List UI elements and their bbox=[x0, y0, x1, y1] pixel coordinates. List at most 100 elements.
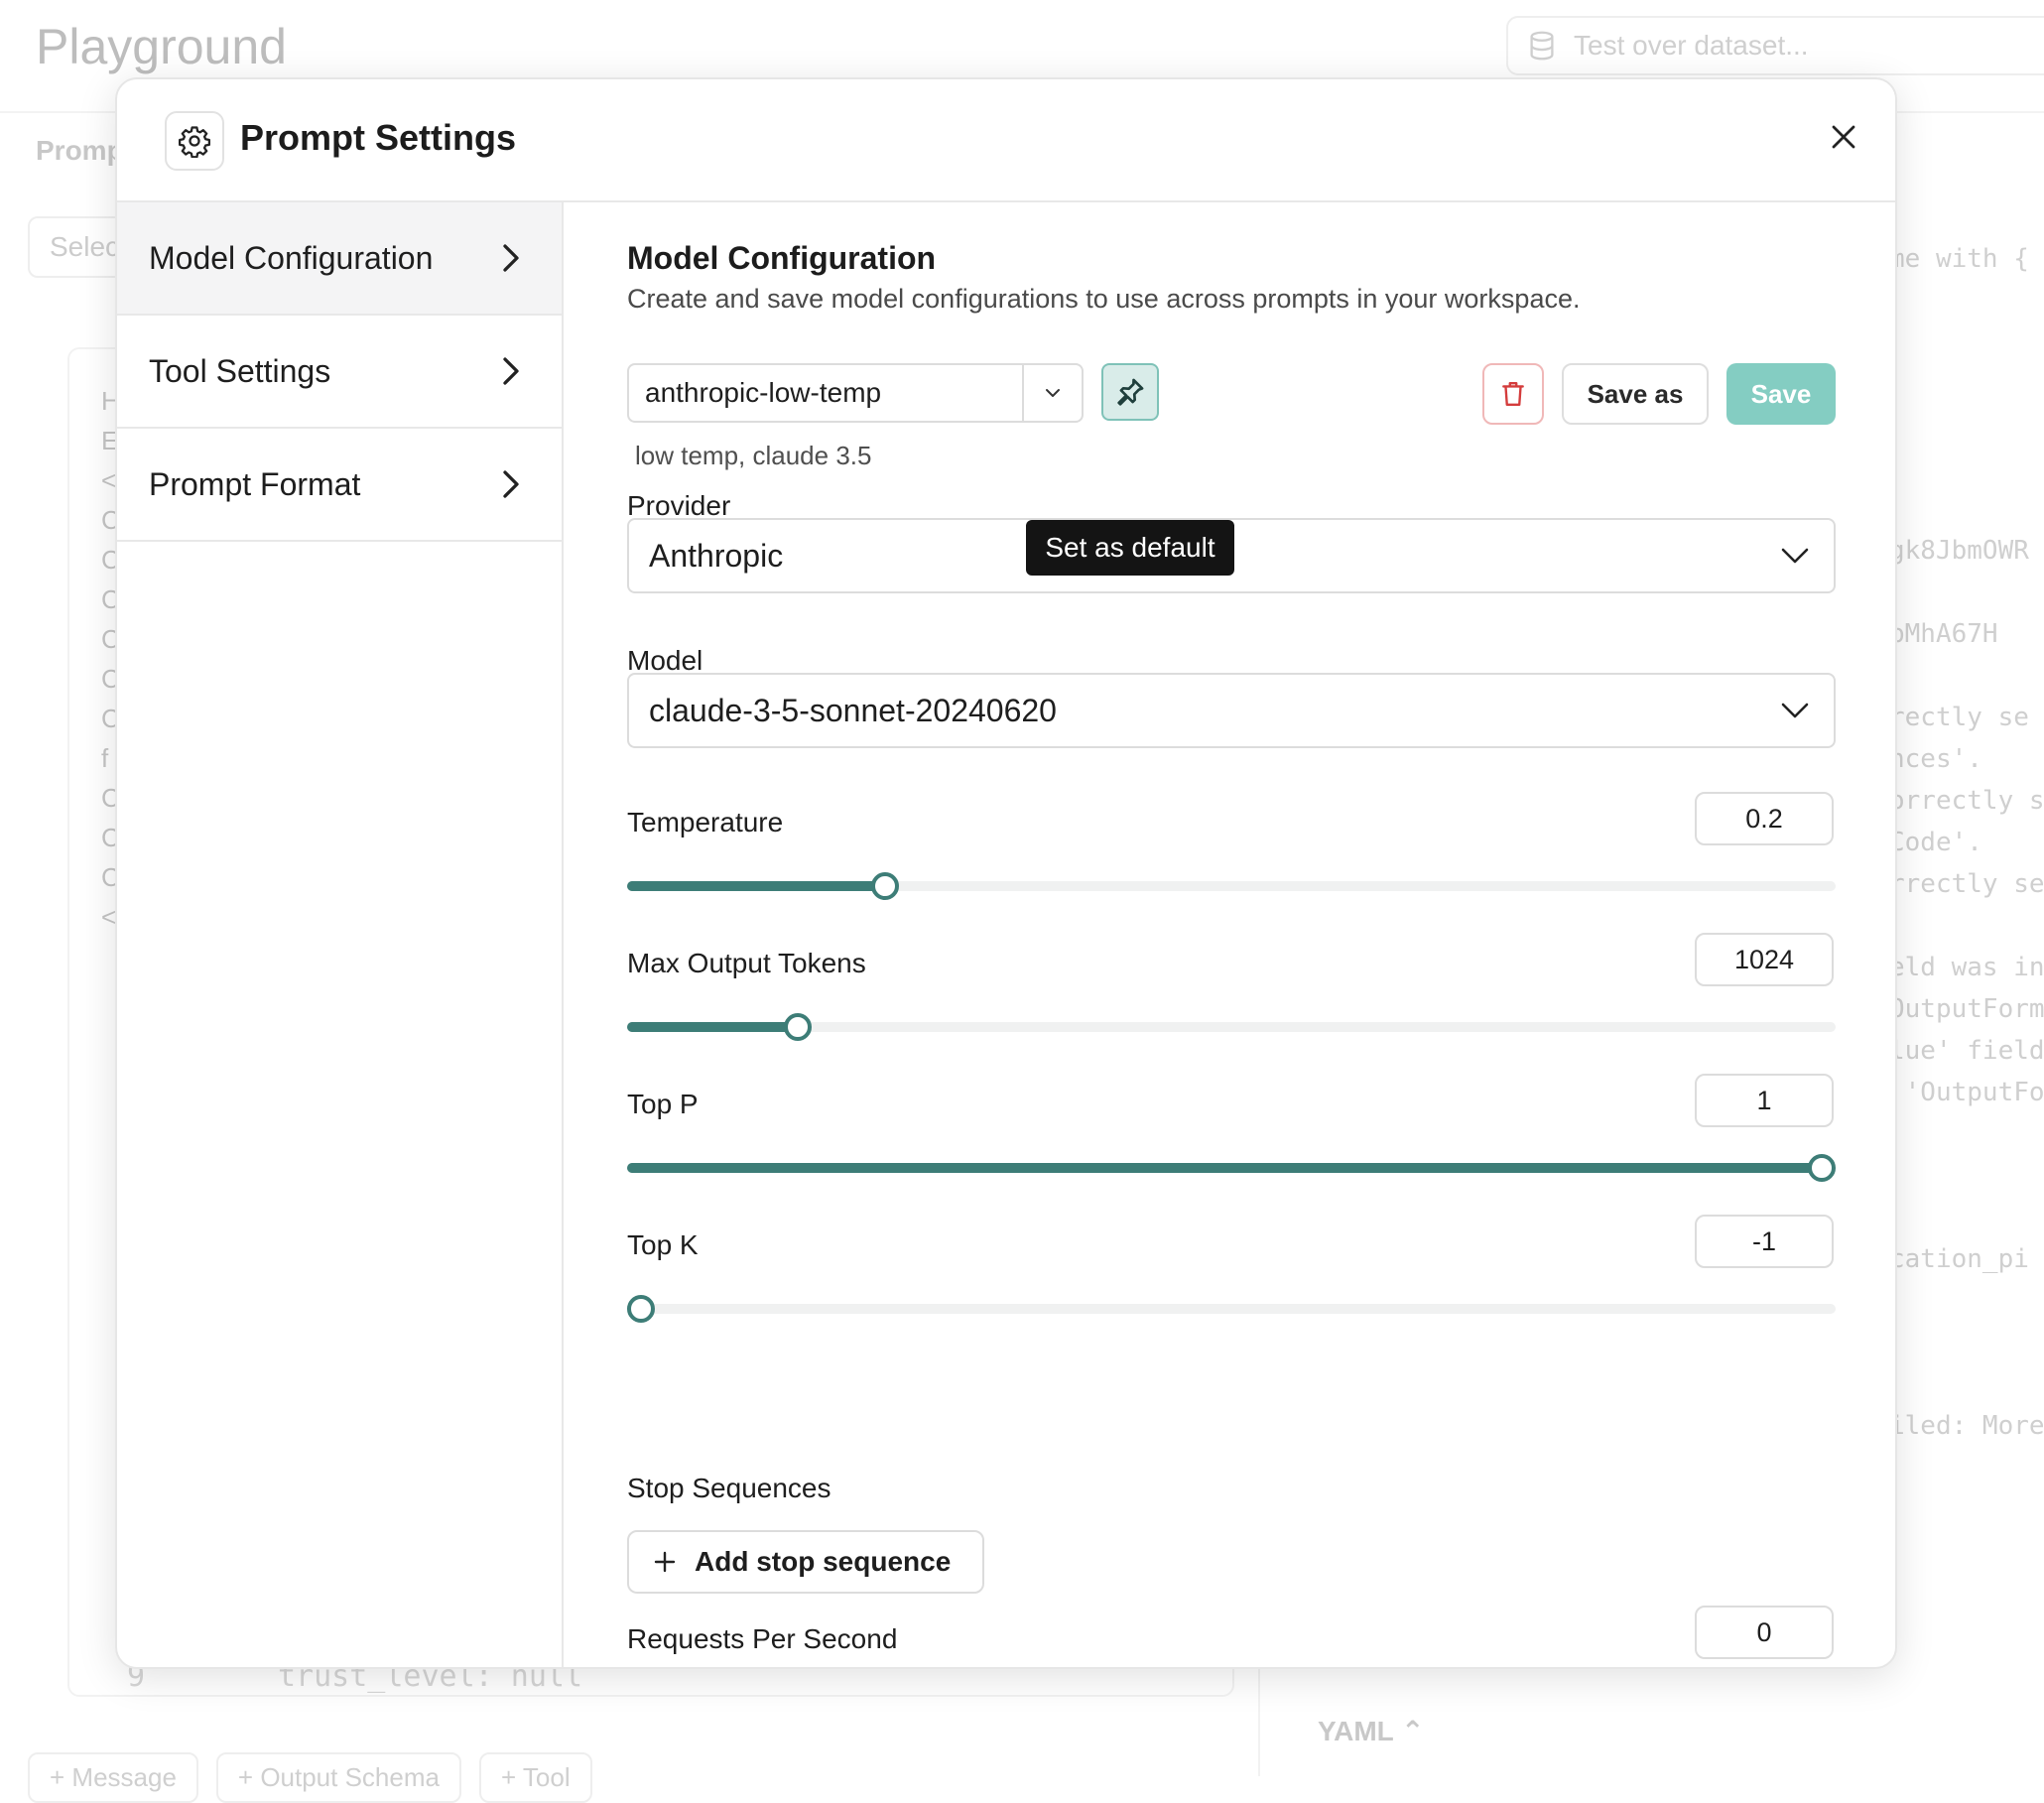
yaml-code: me with { ar gk8JbmOWR bMhA67H rectly se… bbox=[1889, 238, 2044, 1447]
slider-fill bbox=[627, 1022, 799, 1032]
chevron-right-icon bbox=[503, 244, 519, 272]
save-button[interactable]: Save bbox=[1726, 363, 1836, 425]
dataset-search-placeholder: Test over dataset... bbox=[1574, 30, 1809, 61]
plus-icon bbox=[654, 1551, 676, 1573]
database-icon bbox=[1530, 31, 1554, 61]
top-k-slider[interactable] bbox=[627, 1294, 1836, 1324]
pin-icon bbox=[1117, 378, 1144, 406]
add-message-button[interactable]: + Message bbox=[28, 1752, 198, 1803]
code-line: rrectly se bbox=[1889, 869, 2044, 899]
chevron-right-icon bbox=[503, 470, 519, 498]
save-as-button[interactable]: Save as bbox=[1562, 363, 1709, 425]
requests-per-second-label: Requests Per Second bbox=[627, 1623, 898, 1654]
set-default-button[interactable] bbox=[1101, 363, 1159, 421]
background-select-label: Selec bbox=[50, 231, 120, 262]
add-output-schema-button[interactable]: + Output Schema bbox=[215, 1752, 461, 1803]
settings-sidebar: Model Configuration Tool Settings Prompt… bbox=[117, 202, 564, 1667]
slider-thumb[interactable] bbox=[627, 1295, 655, 1323]
chevron-right-icon bbox=[503, 357, 519, 385]
add-stop-sequence-button[interactable]: Add stop sequence bbox=[627, 1530, 984, 1594]
slider-fill bbox=[627, 881, 886, 891]
config-description: low temp, claude 3.5 bbox=[635, 441, 872, 470]
temperature-input[interactable]: 0.2 bbox=[1695, 792, 1834, 845]
top-p-input[interactable]: 1 bbox=[1695, 1074, 1834, 1127]
add-tool-button[interactable]: + Tool bbox=[478, 1752, 592, 1803]
section-title: Model Configuration bbox=[627, 240, 937, 276]
trash-icon bbox=[1502, 382, 1524, 406]
top-p-slider[interactable] bbox=[627, 1153, 1836, 1183]
prompt-settings-dialog: Prompt Settings Model Configuration Tool… bbox=[115, 77, 1897, 1669]
model-value: claude-3-5-sonnet-20240620 bbox=[649, 692, 1057, 728]
prompt-tab[interactable]: Promp bbox=[36, 135, 124, 167]
dataset-search[interactable]: Test over dataset... bbox=[1506, 16, 2044, 75]
stop-sequences-label: Stop Sequences bbox=[627, 1473, 831, 1503]
sidebar-item-label: Prompt Format bbox=[149, 465, 361, 502]
code-line: OutputForm bbox=[1889, 994, 2044, 1024]
delete-config-button[interactable] bbox=[1482, 363, 1544, 425]
requests-per-second-input[interactable]: 0 bbox=[1695, 1606, 1834, 1659]
code-line: me with { ar bbox=[1889, 244, 2029, 274]
code-line: gk8JbmOWR bbox=[1889, 536, 2029, 566]
dialog-header: Prompt Settings bbox=[117, 79, 1895, 202]
code-line: 'OutputFo bbox=[1889, 1078, 2044, 1107]
slider-thumb[interactable] bbox=[1808, 1154, 1836, 1182]
sidebar-item-tool-settings[interactable]: Tool Settings bbox=[117, 316, 562, 429]
max-output-tokens-slider[interactable] bbox=[627, 1012, 1836, 1042]
section-description: Create and save model configurations to … bbox=[627, 284, 1581, 314]
code-line: iled: More bbox=[1889, 1411, 2044, 1441]
dialog-title: Prompt Settings bbox=[240, 117, 517, 158]
config-select[interactable]: anthropic-low-temp bbox=[627, 363, 1084, 423]
chevron-down-icon bbox=[1046, 389, 1060, 397]
code-line: lue' field bbox=[1889, 1036, 2044, 1066]
code-line: eld was in bbox=[1889, 953, 2044, 982]
sidebar-item-label: Model Configuration bbox=[149, 239, 434, 276]
sidebar-item-label: Tool Settings bbox=[149, 352, 331, 389]
close-button[interactable] bbox=[1820, 113, 1867, 161]
max-output-tokens-input[interactable]: 1024 bbox=[1695, 933, 1834, 986]
add-stop-sequence-label: Add stop sequence bbox=[695, 1546, 952, 1577]
top-k-input[interactable]: -1 bbox=[1695, 1215, 1834, 1268]
chevron-down-icon bbox=[1781, 548, 1809, 564]
slider-thumb[interactable] bbox=[871, 872, 900, 900]
max-output-tokens-label: Max Output Tokens bbox=[627, 948, 866, 978]
code-line: cation_pi bbox=[1889, 1244, 2029, 1274]
temperature-slider[interactable] bbox=[627, 871, 1836, 901]
close-icon bbox=[1832, 125, 1855, 149]
code-line: rectly se bbox=[1889, 703, 2029, 732]
slider-track bbox=[627, 1304, 1836, 1314]
bottom-tabs: + Message + Output Schema + Tool bbox=[28, 1752, 592, 1803]
code-line: nces'. bbox=[1889, 744, 1982, 774]
sidebar-item-model-configuration[interactable]: Model Configuration bbox=[117, 202, 562, 316]
code-line: bMhA67H bbox=[1889, 619, 1998, 649]
top-k-label: Top K bbox=[627, 1229, 699, 1260]
top-p-label: Top P bbox=[627, 1089, 699, 1119]
temperature-label: Temperature bbox=[627, 807, 784, 837]
sidebar-item-prompt-format[interactable]: Prompt Format bbox=[117, 429, 562, 542]
yaml-format-select[interactable]: YAML ⌃ bbox=[1318, 1715, 1425, 1747]
yaml-label: YAML bbox=[1318, 1716, 1394, 1746]
provider-select[interactable]: Anthropic bbox=[627, 518, 1836, 593]
config-select-toggle[interactable] bbox=[1022, 365, 1082, 421]
chevron-down-icon bbox=[1781, 703, 1809, 718]
slider-thumb[interactable] bbox=[784, 1013, 813, 1041]
code-line: Code'. bbox=[1889, 828, 1982, 857]
model-select[interactable]: claude-3-5-sonnet-20240620 bbox=[627, 673, 1836, 748]
code-line: orrectly s bbox=[1889, 786, 2044, 816]
slider-fill bbox=[627, 1163, 1822, 1173]
config-select-value: anthropic-low-temp bbox=[645, 377, 882, 408]
